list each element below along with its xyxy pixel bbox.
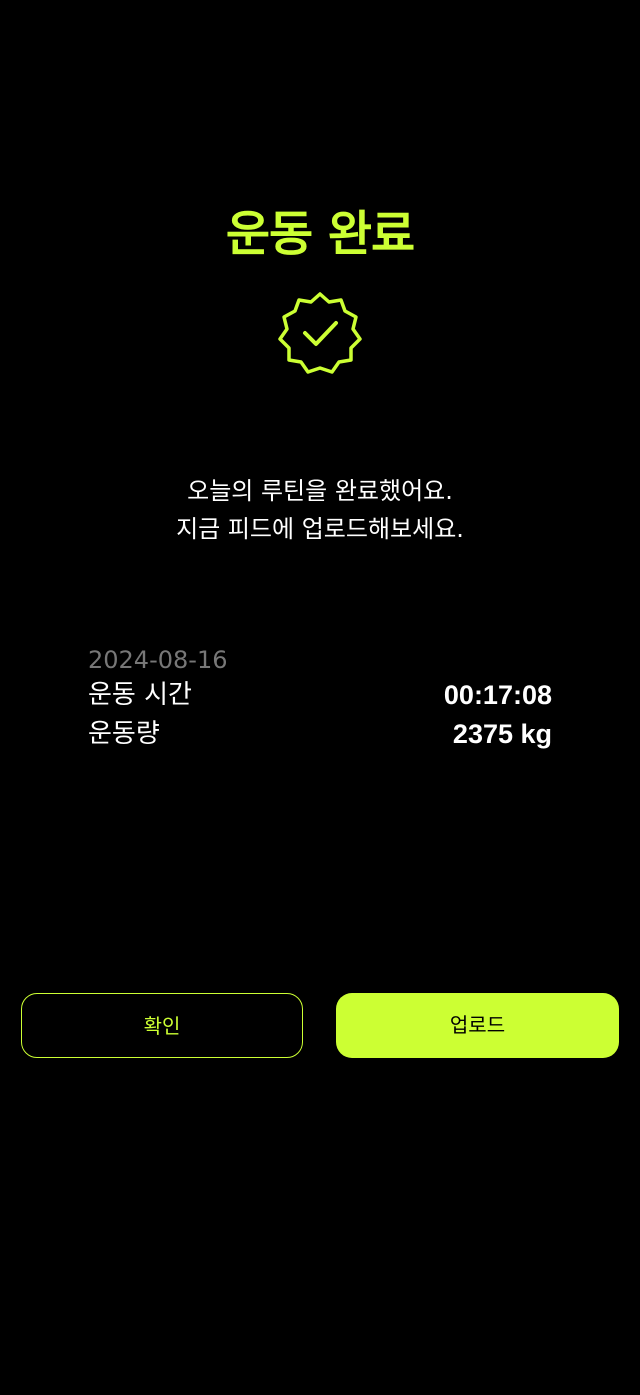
- stat-row-volume: 운동량 2375 kg: [88, 715, 552, 753]
- stat-label-duration: 운동 시간: [88, 680, 192, 710]
- check-badge-icon: [276, 290, 364, 376]
- completion-message: 오늘의 루틴을 완료했어요. 지금 피드에 업로드해보세요.: [0, 472, 640, 548]
- page-title: 운동 완료: [225, 206, 415, 262]
- message-line-2: 지금 피드에 업로드해보세요.: [176, 515, 464, 543]
- stat-row-duration: 운동 시간 00:17:08: [88, 676, 552, 714]
- stat-label-volume: 운동량: [88, 719, 160, 749]
- upload-button[interactable]: 업로드: [336, 993, 619, 1058]
- confirm-button[interactable]: 확인: [21, 993, 303, 1058]
- stat-value-volume: 2375 kg: [452, 719, 552, 749]
- workout-date: 2024-08-16: [88, 646, 228, 674]
- stat-value-duration: 00:17:08: [443, 680, 552, 710]
- message-line-1: 오늘의 루틴을 완료했어요.: [187, 477, 453, 505]
